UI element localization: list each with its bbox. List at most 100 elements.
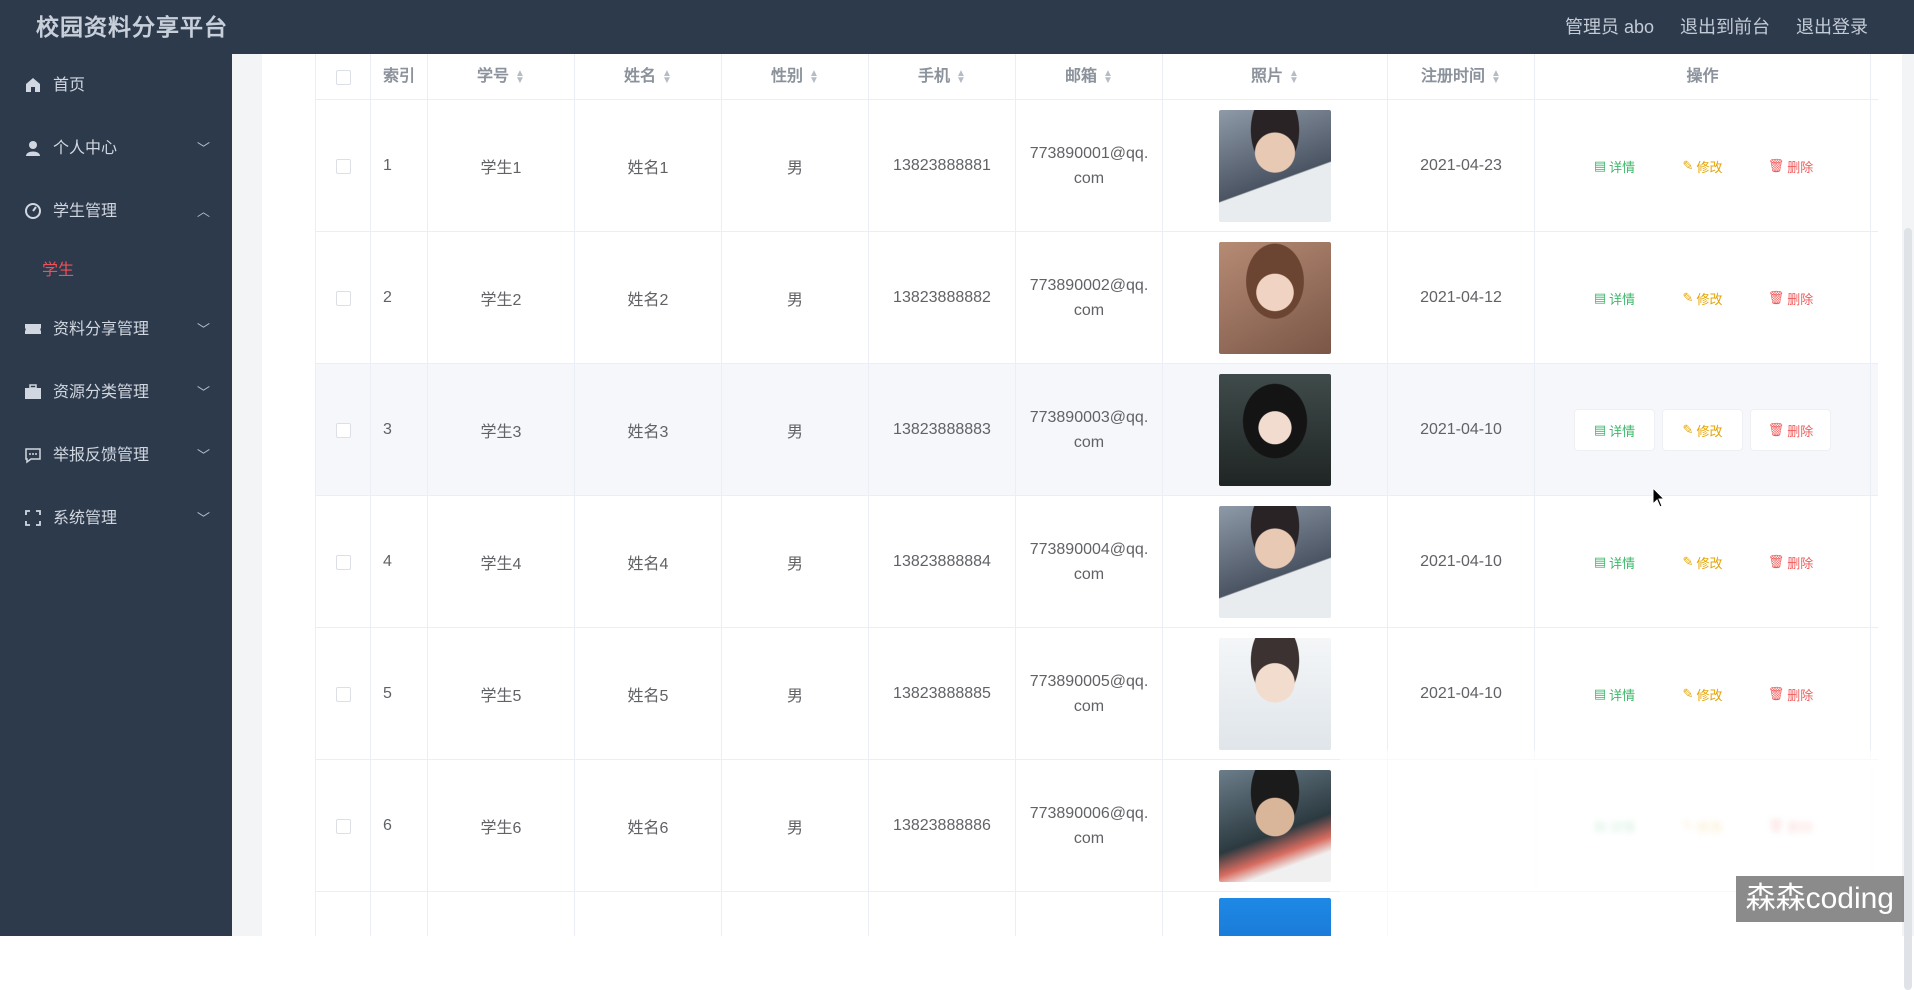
student-photo[interactable] — [1219, 374, 1331, 486]
row-checkbox[interactable] — [335, 686, 351, 702]
cell-email: 773890006@qq. com — [1016, 760, 1163, 892]
col-student-no[interactable]: 学号 ▲ ▼ — [428, 54, 575, 100]
sidebar-item-report-feedback[interactable]: 举报反馈管理 ﹀ — [0, 424, 232, 487]
email-line: com — [1073, 698, 1105, 715]
cell-operations: ▤详情 ✎修改 🗑删除 — [1535, 364, 1871, 496]
col-phone[interactable]: 手机 ▲ ▼ — [869, 54, 1016, 100]
edit-button[interactable]: ✎修改 — [1663, 674, 1742, 714]
edit-button[interactable]: ✎修改 — [1663, 278, 1742, 318]
sidebar-item-system-management[interactable]: 系统管理 ﹀ — [0, 487, 232, 550]
cell-phone: 13823888881 — [869, 100, 1016, 232]
student-photo[interactable] — [1219, 638, 1331, 750]
delete-button[interactable]: 🗑删除 — [1751, 542, 1830, 582]
cell-photo — [1163, 628, 1388, 760]
current-user-label: 管理员 abo — [1564, 17, 1654, 37]
scrollbar-thumb[interactable] — [1904, 228, 1912, 990]
sidebar-item-student-management[interactable]: 学生管理 ︿ — [0, 180, 232, 243]
student-photo[interactable] — [1219, 770, 1331, 882]
row-checkbox[interactable] — [335, 158, 351, 174]
detail-button[interactable]: ▤详情 — [1575, 674, 1654, 714]
cell-phone: 13823888885 — [869, 628, 1016, 760]
edit-button[interactable]: ✎修改 — [1663, 542, 1742, 582]
scrollbar-track[interactable] — [1902, 54, 1914, 990]
edit-button[interactable]: ✎修改 — [1663, 146, 1742, 186]
sidebar: 首页 个人中心 ﹀ 学生管理 ︿ 学生 资料分享管理 ﹀ 资源分类管理 ﹀ 举报… — [0, 54, 232, 936]
fullscreen-icon — [25, 510, 41, 526]
edit-button[interactable]: ✎修改 — [1663, 410, 1742, 450]
sort-icon[interactable]: ▲ ▼ — [956, 68, 966, 85]
row-checkbox[interactable] — [335, 818, 351, 834]
cell-gender: 男 — [722, 364, 869, 496]
sort-icon[interactable]: ▲ ▼ — [1289, 68, 1299, 85]
cell-email — [1016, 892, 1163, 936]
cell-index: 5 — [371, 628, 428, 760]
delete-button[interactable]: 🗑删除 — [1751, 674, 1830, 714]
sidebar-item-material-share[interactable]: 资料分享管理 ﹀ — [0, 298, 232, 361]
table-row[interactable]: 1 学生1 姓名1 男 13823888881 773890001@qq. co… — [315, 100, 1878, 232]
table-row[interactable]: 5 学生5 姓名5 男 13823888885 773890005@qq. co… — [315, 628, 1878, 760]
cell-student-no: 学生2 — [428, 232, 575, 364]
cell-email: 773890004@qq. com — [1016, 496, 1163, 628]
chevron-down-icon: ﹀ — [196, 511, 210, 526]
sort-icon[interactable]: ▲ ▼ — [809, 68, 819, 85]
sort-icon[interactable]: ▲ ▼ — [662, 68, 672, 85]
col-reg-time[interactable]: 注册时间 ▲ ▼ — [1388, 54, 1535, 100]
delete-button[interactable]: 🗑删除 — [1751, 278, 1830, 318]
email-line: 773890005@qq. — [1029, 673, 1149, 690]
exit-to-frontend-link[interactable]: 退出到前台 — [1680, 0, 1770, 54]
row-select-cell — [316, 760, 371, 892]
chevron-up-icon: ︿ — [196, 204, 210, 219]
sidebar-item-resource-category[interactable]: 资源分类管理 ﹀ — [0, 361, 232, 424]
col-photo[interactable]: 照片 ▲ ▼ — [1163, 54, 1388, 100]
app-title: 校园资料分享平台 — [36, 14, 228, 40]
select-all-cell — [316, 54, 371, 100]
delete-button[interactable]: 🗑删除 — [1751, 146, 1830, 186]
row-checkbox[interactable] — [335, 554, 351, 570]
chevron-down-icon: ﹀ — [196, 448, 210, 463]
sidebar-subitem-student[interactable]: 学生 — [0, 243, 232, 298]
logout-link[interactable]: 退出登录 — [1796, 0, 1868, 54]
student-photo[interactable] — [1219, 242, 1331, 354]
sidebar-item-personal-center[interactable]: 个人中心 ﹀ — [0, 117, 232, 180]
table-row[interactable]: 4 学生4 姓名4 男 13823888884 773890004@qq. co… — [315, 496, 1878, 628]
col-name[interactable]: 姓名 ▲ ▼ — [575, 54, 722, 100]
cell-phone: 13823888884 — [869, 496, 1016, 628]
delete-button[interactable]: 🗑删除 — [1751, 410, 1830, 450]
detail-button[interactable]: ▤详情 — [1575, 410, 1654, 450]
cell-phone — [869, 892, 1016, 936]
cell-photo — [1163, 232, 1388, 364]
top-navbar: 校园资料分享平台 管理员 abo 退出到前台 退出登录 — [0, 0, 1914, 54]
sort-icon[interactable]: ▲ ▼ — [515, 68, 525, 85]
trash-icon: 🗑 — [1767, 290, 1785, 305]
trash-icon: 🗑 — [1767, 686, 1785, 701]
table-row[interactable]: 2 学生2 姓名2 男 13823888882 773890002@qq. co… — [315, 232, 1878, 364]
detail-button[interactable]: ▤详情 — [1575, 542, 1654, 582]
student-photo[interactable] — [1219, 506, 1331, 618]
sidebar-item-home[interactable]: 首页 — [0, 54, 232, 117]
cell-reg-time: 2021-04-23 — [1388, 100, 1535, 232]
col-gender[interactable]: 性别 ▲ ▼ — [722, 54, 869, 100]
cell-reg-time: 2021-04-10 — [1388, 364, 1535, 496]
cell-gender: 男 — [722, 232, 869, 364]
sort-icon[interactable]: ▲ ▼ — [1103, 68, 1113, 85]
student-photo[interactable] — [1219, 898, 1331, 936]
row-checkbox[interactable] — [335, 290, 351, 306]
chevron-down-icon: ﹀ — [196, 322, 210, 337]
pencil-icon: ✎ — [1682, 422, 1694, 437]
student-photo[interactable] — [1219, 110, 1331, 222]
briefcase-icon — [25, 384, 41, 399]
cell-gender: 男 — [722, 100, 869, 232]
row-checkbox[interactable] — [335, 422, 351, 438]
select-all-checkbox[interactable] — [335, 69, 351, 85]
cell-name: 姓名2 — [575, 232, 722, 364]
sidebar-item-label: 首页 — [53, 77, 86, 94]
sort-icon[interactable]: ▲ ▼ — [1491, 68, 1501, 85]
detail-button[interactable]: ▤详情 — [1575, 278, 1654, 318]
col-email[interactable]: 邮箱 ▲ ▼ — [1016, 54, 1163, 100]
email-line: com — [1073, 566, 1105, 583]
detail-button[interactable]: ▤详情 — [1575, 146, 1654, 186]
pencil-icon: ✎ — [1682, 290, 1694, 305]
email-line: com — [1073, 830, 1105, 847]
email-line: 773890004@qq. — [1029, 541, 1149, 558]
table-row[interactable]: 3 学生3 姓名3 男 13823888883 773890003@qq. co… — [315, 364, 1878, 496]
